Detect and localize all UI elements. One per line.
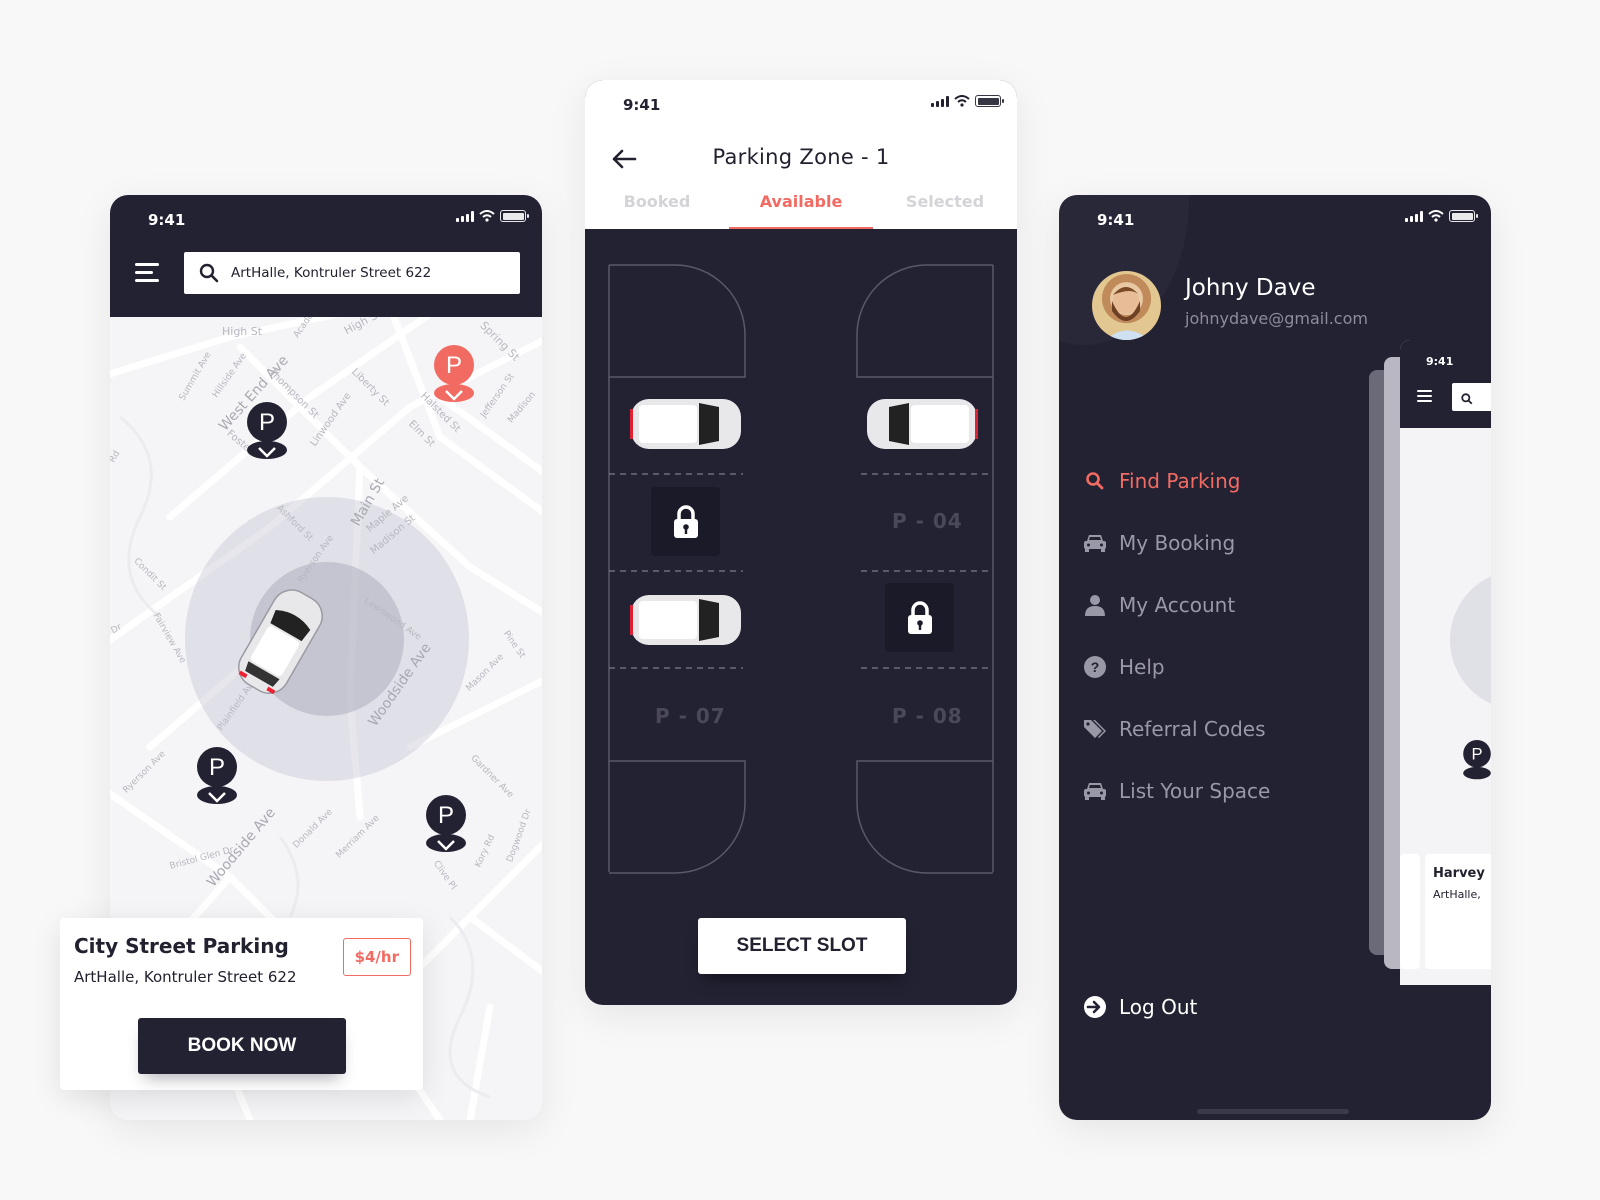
- parking-pin[interactable]: P: [246, 402, 288, 460]
- menu-item-list-your-space[interactable]: List Your Space: [1083, 760, 1270, 822]
- price-badge: $4/hr: [342, 938, 411, 976]
- nav-menu: Find Parking My Booking My Account ? Hel…: [1083, 450, 1270, 822]
- pin-label: P: [259, 409, 275, 436]
- status-time: 9:41: [148, 211, 186, 229]
- parking-pin[interactable]: P: [196, 747, 238, 805]
- home-indicator: [1197, 1109, 1349, 1114]
- slot-tabs: Booked Available Selected: [585, 182, 1017, 229]
- occupied-slot-car: [863, 395, 979, 457]
- tab-booked[interactable]: Booked: [585, 182, 729, 229]
- search-icon: [199, 263, 219, 283]
- tag-icon: [1084, 720, 1106, 738]
- user-email: johnydave@gmail.com: [1185, 309, 1368, 328]
- status-bar: 9:41: [585, 80, 1017, 130]
- hamburger-icon[interactable]: [135, 263, 159, 283]
- lot-lines: [608, 264, 994, 874]
- menu-item-label: My Booking: [1119, 531, 1236, 555]
- book-now-button[interactable]: BOOK NOW: [138, 1018, 346, 1074]
- occupied-slot-car: [629, 591, 745, 653]
- tab-available[interactable]: Available: [729, 182, 873, 229]
- locked-slot[interactable]: [651, 487, 720, 556]
- menu-item-find-parking[interactable]: Find Parking: [1083, 450, 1270, 512]
- user-name: Johny Dave: [1185, 275, 1316, 301]
- menu-item-label: Referral Codes: [1119, 717, 1266, 741]
- zone-header: 9:41 Parking Zone - 1 Booked Available S…: [585, 80, 1017, 229]
- car-icon: [1084, 535, 1106, 552]
- preview-card-edge: [1400, 854, 1420, 969]
- tab-selected[interactable]: Selected: [873, 182, 1017, 229]
- status-bar: 9:41: [1059, 195, 1491, 245]
- page-title: Parking Zone - 1: [712, 145, 890, 169]
- slot-label-p08[interactable]: P - 08: [892, 704, 963, 728]
- logout-label: Log Out: [1119, 995, 1198, 1019]
- map-header: 9:41 ArtHalle, Kontruler Street 622: [110, 195, 542, 317]
- user-icon: [1085, 595, 1105, 616]
- parking-zone-screen: 9:41 Parking Zone - 1 Booked Available S…: [585, 80, 1017, 1005]
- menu-item-label: Help: [1119, 655, 1165, 679]
- street-label: High St: [222, 325, 263, 338]
- parking-lot: P - 04 P - 07 P - 08: [585, 229, 1017, 929]
- parking-title: City Street Parking: [74, 934, 289, 958]
- parking-pin[interactable]: P: [425, 795, 467, 853]
- wifi-icon: [479, 210, 495, 222]
- slot-label-p07[interactable]: P - 07: [655, 704, 726, 728]
- svg-text:P: P: [1471, 744, 1482, 763]
- logout-icon: [1084, 996, 1106, 1018]
- preview-time: 9:41: [1426, 355, 1454, 368]
- battery-icon: [500, 210, 529, 222]
- preview-radius: [1450, 570, 1491, 710]
- parking-card[interactable]: City Street Parking ArtHalle, Kontruler …: [60, 918, 423, 1090]
- status-time: 9:41: [1097, 211, 1135, 229]
- menu-item-my-booking[interactable]: My Booking: [1083, 512, 1270, 574]
- locked-slot[interactable]: [885, 583, 954, 652]
- preview-header: 9:41: [1400, 340, 1491, 428]
- search-icon: [1461, 393, 1473, 405]
- preview-search: [1452, 383, 1491, 411]
- pin-label: P: [446, 352, 462, 379]
- menu-item-referral-codes[interactable]: Referral Codes: [1083, 698, 1270, 760]
- pin-label: P: [438, 802, 454, 829]
- lock-icon: [907, 600, 932, 634]
- search-input[interactable]: ArtHalle, Kontruler Street 622: [184, 252, 520, 294]
- pin-label: P: [209, 754, 225, 781]
- menu-item-help[interactable]: ? Help: [1083, 636, 1270, 698]
- preview-card: Harvey ArtHalle,: [1425, 854, 1491, 969]
- battery-icon: [975, 95, 1004, 107]
- logout-button[interactable]: Log Out: [1083, 995, 1197, 1019]
- status-time: 9:41: [623, 96, 661, 114]
- select-slot-button[interactable]: SELECT SLOT: [698, 918, 906, 974]
- status-bar: 9:41: [110, 195, 542, 245]
- app-preview[interactable]: 9:41 P Harvey ArtHalle,: [1400, 340, 1491, 985]
- signal-icon: [456, 210, 474, 222]
- avatar[interactable]: [1092, 271, 1161, 340]
- parking-pin-selected[interactable]: P: [433, 345, 475, 403]
- car-icon: [1084, 783, 1106, 800]
- wifi-icon: [954, 95, 970, 107]
- parking-address: ArtHalle, Kontruler Street 622: [74, 968, 297, 986]
- parking-pin: P: [1463, 740, 1491, 780]
- svg-text:?: ?: [1091, 659, 1100, 675]
- wifi-icon: [1428, 210, 1444, 222]
- side-menu-screen: 9:41 Johny Dave johnydave@gmail.com Find…: [1059, 195, 1491, 1120]
- menu-item-label: My Account: [1119, 593, 1236, 617]
- occupied-slot-car: [629, 395, 745, 457]
- signal-icon: [931, 95, 949, 107]
- signal-icon: [1405, 210, 1423, 222]
- help-icon: ?: [1084, 656, 1106, 678]
- menu-item-label: List Your Space: [1119, 779, 1271, 803]
- slot-label-p04[interactable]: P - 04: [892, 509, 963, 533]
- preview-card-title: Harvey: [1433, 866, 1485, 881]
- search-value: ArtHalle, Kontruler Street 622: [231, 265, 432, 281]
- menu-item-label: Find Parking: [1119, 469, 1241, 493]
- hamburger-icon: [1417, 390, 1432, 405]
- battery-icon: [1449, 210, 1478, 222]
- menu-item-my-account[interactable]: My Account: [1083, 574, 1270, 636]
- search-icon: [1086, 472, 1104, 490]
- preview-card-address: ArtHalle,: [1433, 888, 1481, 901]
- lock-icon: [673, 504, 698, 538]
